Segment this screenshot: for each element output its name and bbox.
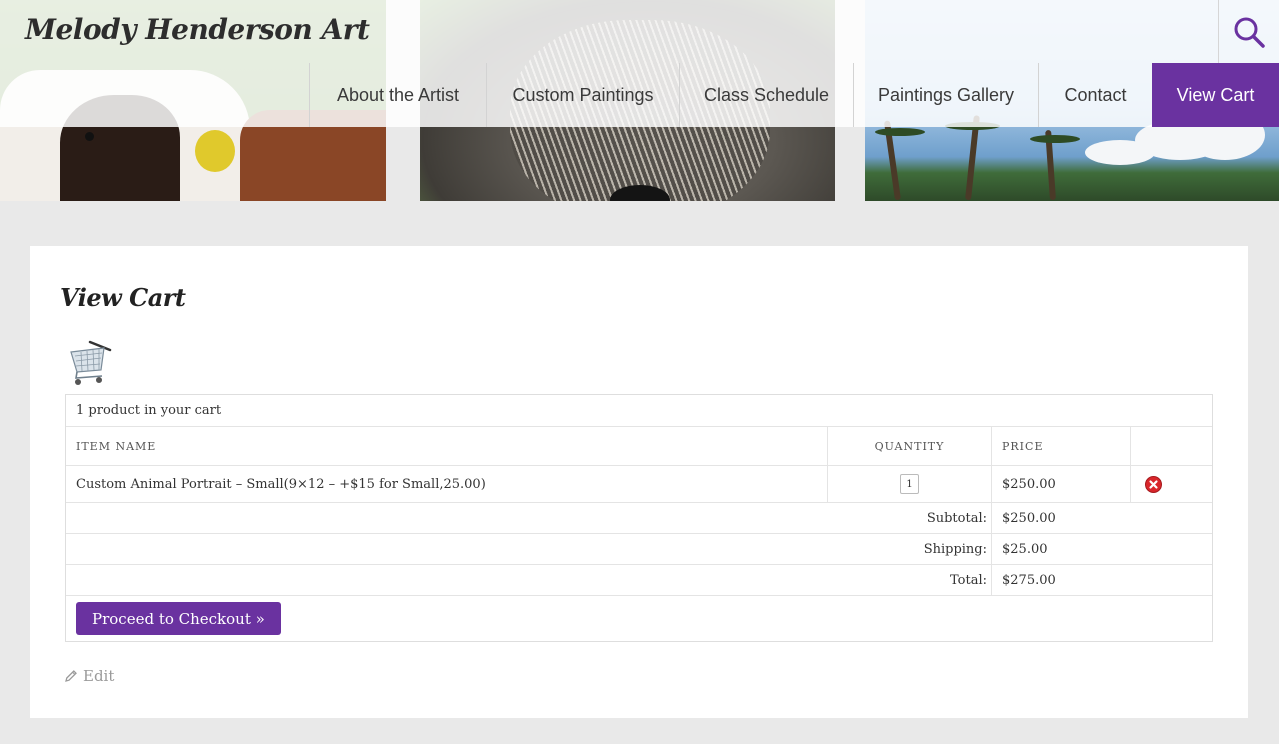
column-header-item-name: ITEM NAME (66, 427, 828, 465)
page-title: View Cart (60, 283, 186, 312)
search-button[interactable] (1218, 0, 1279, 63)
main-nav: About the Artist Custom Paintings Class … (309, 63, 1279, 127)
shipping-value: $25.00 (1002, 541, 1048, 557)
cart-summary-text: 1 product in your cart (76, 403, 222, 418)
item-price: $250.00 (992, 466, 1131, 502)
remove-cell (1131, 466, 1212, 502)
column-header-remove (1131, 427, 1212, 465)
total-row: Total: $275.00 (66, 565, 1212, 596)
subtotal-label: Subtotal: (66, 503, 992, 533)
content-card: View Cart 1 product in your cart ITEM NA… (30, 246, 1248, 718)
site-title[interactable]: Melody Henderson Art (25, 13, 370, 46)
total-value: $275.00 (1002, 572, 1056, 588)
nav-item-contact[interactable]: Contact (1038, 63, 1152, 127)
nav-item-paintings-gallery[interactable]: Paintings Gallery (853, 63, 1038, 127)
checkout-cell: Proceed to Checkout » (66, 596, 1212, 641)
checkout-row: Proceed to Checkout » (66, 596, 1212, 641)
search-icon (1234, 17, 1265, 48)
nav-item-view-cart[interactable]: View Cart (1152, 63, 1279, 127)
shipping-row: Shipping: $25.00 (66, 534, 1212, 565)
subtotal-value: $250.00 (1002, 510, 1056, 526)
shipping-label: Shipping: (66, 534, 992, 564)
pencil-icon (65, 670, 77, 682)
total-label: Total: (66, 565, 992, 595)
quantity-cell: 1 (828, 466, 992, 502)
nav-item-class-schedule[interactable]: Class Schedule (679, 63, 853, 127)
edit-link[interactable]: Edit (64, 667, 114, 685)
proceed-to-checkout-button[interactable]: Proceed to Checkout » (76, 602, 281, 635)
edit-label: Edit (83, 667, 115, 685)
shopping-cart-icon (70, 340, 112, 385)
item-name: Custom Animal Portrait – Small(9×12 – +$… (66, 466, 828, 502)
subtotal-row: Subtotal: $250.00 (66, 503, 1212, 534)
nav-item-about-the-artist[interactable]: About the Artist (309, 63, 486, 127)
cart-table: 1 product in your cart ITEM NAME QUANTIT… (65, 394, 1213, 642)
table-row: Custom Animal Portrait – Small(9×12 – +$… (66, 466, 1212, 503)
nav-item-custom-paintings[interactable]: Custom Paintings (486, 63, 679, 127)
quantity-input[interactable]: 1 (900, 474, 919, 494)
table-header-row: ITEM NAME QUANTITY PRICE (66, 427, 1212, 466)
remove-item-icon[interactable] (1145, 475, 1162, 493)
column-header-price: PRICE (992, 427, 1131, 465)
cart-summary-row: 1 product in your cart (66, 395, 1212, 427)
column-header-quantity: QUANTITY (828, 427, 992, 465)
